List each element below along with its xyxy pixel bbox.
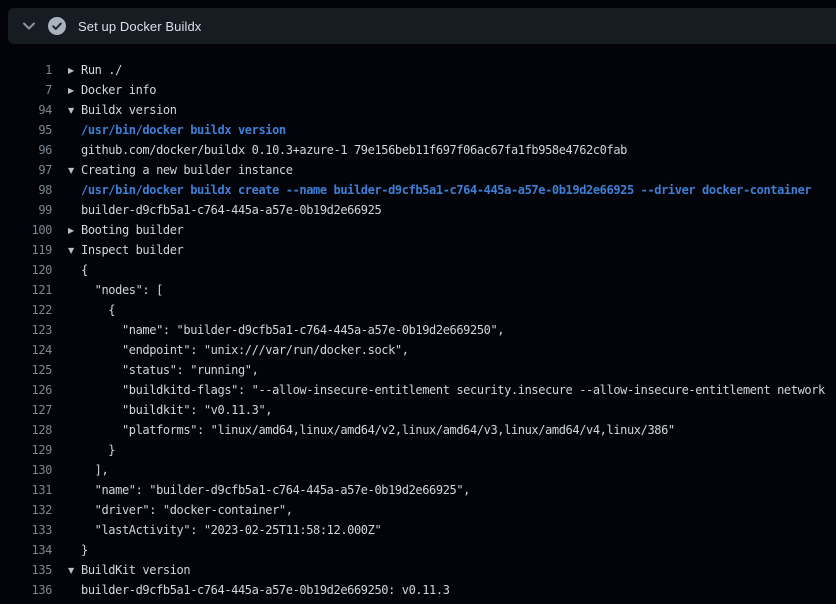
group-expanded-icon: ▼	[68, 161, 81, 181]
log-line: 133 "lastActivity": "2023-02-25T11:58:12…	[0, 520, 836, 540]
line-number[interactable]: 129	[0, 440, 52, 460]
group-expanded-icon: ▼	[68, 241, 81, 261]
line-text: builder-d9cfb5a1-c764-445a-a57e-0b19d2e6…	[68, 580, 450, 600]
log-group-line: 94 ▼Buildx version	[0, 100, 836, 120]
line-number[interactable]: 128	[0, 420, 52, 440]
group-collapsed-icon: ▶	[68, 81, 81, 101]
line-number[interactable]: 135	[0, 560, 52, 580]
step-header[interactable]: Set up Docker Buildx	[8, 8, 836, 44]
line-number[interactable]: 119	[0, 240, 52, 260]
log-line: 99 builder-d9cfb5a1-c764-445a-a57e-0b19d…	[0, 200, 836, 220]
log-line: 128 "platforms": "linux/amd64,linux/amd6…	[0, 420, 836, 440]
log-line: 122 {	[0, 300, 836, 320]
line-text[interactable]: ▼BuildKit version	[68, 560, 190, 580]
line-text[interactable]: ▶Booting builder	[68, 220, 183, 240]
log-line: 95 /usr/bin/docker buildx version	[0, 120, 836, 140]
log-line: 96 github.com/docker/buildx 0.10.3+azure…	[0, 140, 836, 160]
log-line: 132 "driver": "docker-container",	[0, 500, 836, 520]
log-line: 121 "nodes": [	[0, 280, 836, 300]
line-text: github.com/docker/buildx 0.10.3+azure-1 …	[68, 140, 627, 160]
line-number[interactable]: 127	[0, 400, 52, 420]
step-title: Set up Docker Buildx	[78, 19, 201, 34]
line-text: {	[68, 300, 115, 320]
log-group-line: 100 ▶Booting builder	[0, 220, 836, 240]
log-group-line: 119 ▼Inspect builder	[0, 240, 836, 260]
line-number[interactable]: 130	[0, 460, 52, 480]
line-number[interactable]: 122	[0, 300, 52, 320]
line-text[interactable]: ▼Inspect builder	[68, 240, 183, 260]
log-line: 126 "buildkitd-flags": "--allow-insecure…	[0, 380, 836, 400]
line-number[interactable]: 120	[0, 260, 52, 280]
line-number[interactable]: 136	[0, 580, 52, 600]
line-text: {	[68, 260, 88, 280]
group-expanded-icon: ▼	[68, 561, 81, 581]
line-number[interactable]: 98	[0, 180, 52, 200]
log-line: 136 builder-d9cfb5a1-c764-445a-a57e-0b19…	[0, 580, 836, 600]
log-group-line: 1 ▶Run ./	[0, 60, 836, 80]
line-number[interactable]: 99	[0, 200, 52, 220]
log-line: 98 /usr/bin/docker buildx create --name …	[0, 180, 836, 200]
line-number[interactable]: 131	[0, 480, 52, 500]
line-text: "driver": "docker-container",	[68, 500, 293, 520]
log-line: 125 "status": "running",	[0, 360, 836, 380]
group-expanded-icon: ▼	[68, 101, 81, 121]
line-text: "lastActivity": "2023-02-25T11:58:12.000…	[68, 520, 381, 540]
line-number[interactable]: 100	[0, 220, 52, 240]
chevron-down-icon[interactable]	[22, 19, 36, 33]
log-line: 134 }	[0, 540, 836, 560]
group-collapsed-icon: ▶	[68, 61, 81, 81]
line-number[interactable]: 95	[0, 120, 52, 140]
log-group-line: 97 ▼Creating a new builder instance	[0, 160, 836, 180]
log-line: 124 "endpoint": "unix:///var/run/docker.…	[0, 340, 836, 360]
line-number[interactable]: 1	[0, 60, 52, 80]
line-text: }	[68, 540, 88, 560]
line-number[interactable]: 121	[0, 280, 52, 300]
line-number[interactable]: 123	[0, 320, 52, 340]
log-line: 131 "name": "builder-d9cfb5a1-c764-445a-…	[0, 480, 836, 500]
line-text: /usr/bin/docker buildx version	[68, 120, 286, 140]
line-text: "name": "builder-d9cfb5a1-c764-445a-a57e…	[68, 320, 504, 340]
line-number[interactable]: 7	[0, 80, 52, 100]
line-text: builder-d9cfb5a1-c764-445a-a57e-0b19d2e6…	[68, 200, 381, 220]
log-line: 127 "buildkit": "v0.11.3",	[0, 400, 836, 420]
line-text[interactable]: ▼Creating a new builder instance	[68, 160, 293, 180]
line-text: "name": "builder-d9cfb5a1-c764-445a-a57e…	[68, 480, 470, 500]
line-number[interactable]: 133	[0, 520, 52, 540]
line-text: /usr/bin/docker buildx create --name bui…	[68, 180, 811, 200]
line-number[interactable]: 124	[0, 340, 52, 360]
line-number[interactable]: 96	[0, 140, 52, 160]
line-text[interactable]: ▼Buildx version	[68, 100, 177, 120]
log-line: 120 {	[0, 260, 836, 280]
line-text: "buildkitd-flags": "--allow-insecure-ent…	[68, 380, 825, 400]
line-text: "status": "running",	[68, 360, 258, 380]
line-number[interactable]: 132	[0, 500, 52, 520]
log-line: 123 "name": "builder-d9cfb5a1-c764-445a-…	[0, 320, 836, 340]
line-number[interactable]: 125	[0, 360, 52, 380]
check-circle-icon	[48, 17, 66, 35]
log-group-line: 135 ▼BuildKit version	[0, 560, 836, 580]
line-text[interactable]: ▶Docker info	[68, 80, 156, 100]
log-line: 130 ],	[0, 460, 836, 480]
line-number[interactable]: 134	[0, 540, 52, 560]
line-text: ],	[68, 460, 108, 480]
line-text: "nodes": [	[68, 280, 163, 300]
line-text: "endpoint": "unix:///var/run/docker.sock…	[68, 340, 409, 360]
line-number[interactable]: 126	[0, 380, 52, 400]
line-text: }	[68, 440, 115, 460]
line-number[interactable]: 94	[0, 100, 52, 120]
line-text: "platforms": "linux/amd64,linux/amd64/v2…	[68, 420, 675, 440]
line-text: "buildkit": "v0.11.3",	[68, 400, 272, 420]
log-line: 129 }	[0, 440, 836, 460]
line-text[interactable]: ▶Run ./	[68, 60, 122, 80]
group-collapsed-icon: ▶	[68, 221, 81, 241]
log-area: 1 ▶Run ./ 7 ▶Docker info 94 ▼Buildx vers…	[0, 44, 836, 604]
log-group-line: 7 ▶Docker info	[0, 80, 836, 100]
line-number[interactable]: 97	[0, 160, 52, 180]
